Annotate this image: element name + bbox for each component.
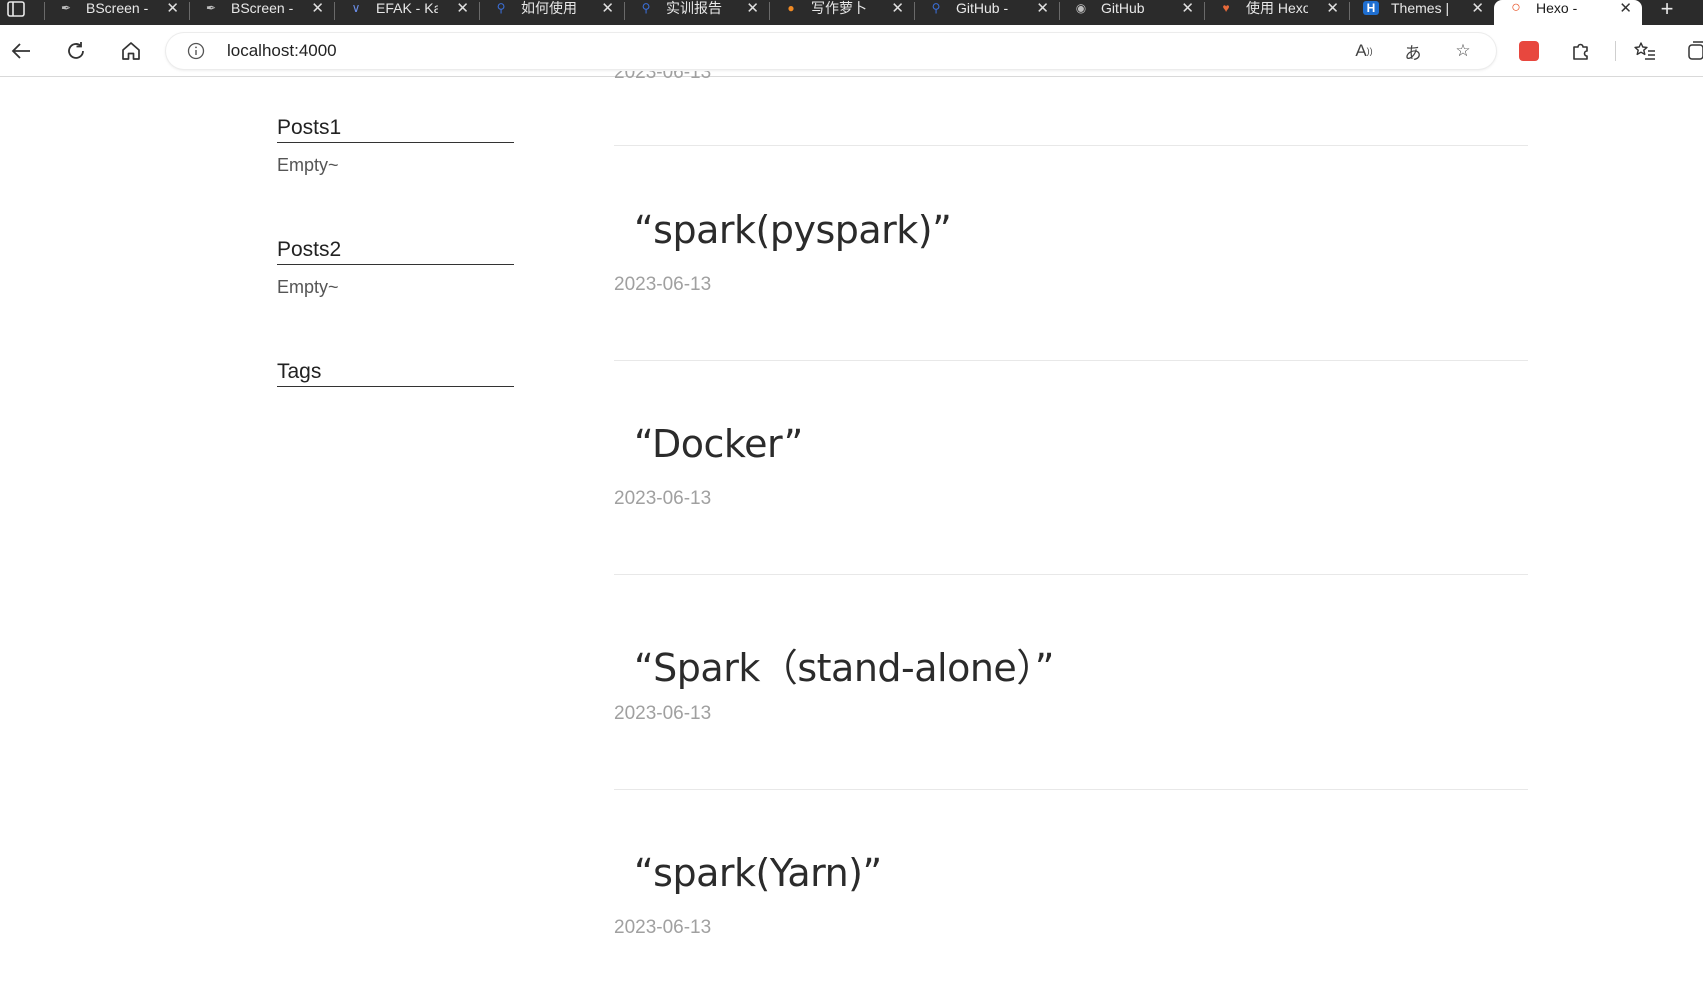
tab-title: BScreen - [86,0,148,16]
tab-title: 实训报告 [666,0,722,16]
feather-icon: ✒ [205,1,217,15]
tab-search-1[interactable]: ⚲ 如何使用 ✕ [479,0,624,25]
favorites-button[interactable] [1631,37,1659,65]
close-icon[interactable]: ✕ [311,1,324,16]
close-icon[interactable]: ✕ [746,1,759,16]
widget-tags: Tags [277,358,514,387]
address-bar[interactable]: localhost:4000 A)) あ ☆ [166,33,1496,69]
tab-strip: ✒ BScreen - ✕ ✒ BScreen - ✕ ∨ EFAK - Ka … [0,0,1703,25]
close-icon[interactable]: ✕ [1619,1,1632,16]
tab-bscreen-1[interactable]: ✒ BScreen - ✕ [44,0,189,25]
tab-themes[interactable]: H Themes | ✕ [1349,0,1494,25]
tab-title: Hexo - [1536,0,1578,16]
tab-title: 如何使用 [521,0,577,16]
widget-title-posts2: Posts2 [277,236,514,265]
post-title-spark-yarn[interactable]: “spark(Yarn)” [634,851,882,895]
hexo-ring-icon: ○ [1511,0,1521,16]
post-date: 2023-06-13 [614,488,712,509]
post-divider [614,360,1528,361]
heart-icon: ♥ [1222,1,1230,15]
translate-icon[interactable]: あ [1400,40,1426,63]
tab-github[interactable]: ◉ GitHub ✕ [1059,0,1204,25]
search-icon: ⚲ [641,1,651,15]
post-title-spark-pyspark[interactable]: “spark(pyspark)” [634,208,952,252]
collections-icon [1688,41,1703,60]
address-url[interactable]: localhost:4000 [227,41,337,61]
github-icon: ◉ [1075,1,1087,15]
site-info-icon[interactable] [187,42,205,60]
tab-github-search[interactable]: ⚲ GitHub - ✕ [914,0,1059,25]
new-tab-button[interactable]: + [1647,0,1687,25]
toolbar-divider [1615,41,1616,61]
tab-title: 使用 Hexo [1246,0,1308,16]
widget-posts1: Posts1 Empty~ [277,114,514,176]
tab-hexo-guide[interactable]: ♥ 使用 Hexo ✕ [1204,0,1349,25]
tab-title: Themes | [1391,0,1450,16]
collections-button[interactable] [1683,37,1703,65]
tab-title: GitHub - [956,0,1009,16]
widget-body-posts1: Empty~ [277,155,339,175]
back-arrow-icon [11,43,30,59]
home-button[interactable] [116,36,146,66]
hexo-h-icon: H [1363,1,1379,15]
close-icon[interactable]: ✕ [1326,1,1339,16]
tab-bscreen-2[interactable]: ✒ BScreen - ✕ [189,0,334,25]
post-date: 2023-06-13 [614,917,712,938]
close-icon[interactable]: ✕ [1181,1,1194,16]
widget-body-posts2: Empty~ [277,277,339,297]
tab-actions-icon[interactable] [6,1,26,17]
post-title-docker[interactable]: “Docker” [634,422,803,466]
post-title-spark-standalone[interactable]: “Spark（stand-alone）” [634,637,1055,692]
back-button[interactable] [6,36,36,66]
post-divider [614,145,1528,146]
post-date: 2023-06-13 [614,274,712,295]
search-icon: ⚲ [931,1,941,15]
widget-title-tags: Tags [277,358,514,387]
tab-title: EFAK - Ka [376,0,438,16]
close-icon[interactable]: ✕ [1471,1,1484,16]
home-icon [122,42,140,60]
favorite-star-icon[interactable]: ☆ [1450,40,1476,62]
tab-title: GitHub [1101,0,1145,16]
close-icon[interactable]: ✕ [456,1,469,16]
close-icon[interactable]: ✕ [891,1,904,16]
close-icon[interactable]: ✕ [166,1,179,16]
refresh-icon [68,42,84,59]
feather-icon: ✒ [60,1,72,15]
search-icon: ⚲ [496,1,506,15]
post-divider [614,789,1528,790]
tab-efak[interactable]: ∨ EFAK - Ka ✕ [334,0,479,25]
tab-xiezuo[interactable]: ● 写作萝卜 ✕ [769,0,914,25]
tab-search-2[interactable]: ⚲ 实训报告 ✕ [624,0,769,25]
close-icon[interactable]: ✕ [601,1,614,16]
tab-hexo-active[interactable]: ○ Hexo - ✕ [1494,0,1642,25]
extensions-button[interactable] [1567,37,1595,65]
close-icon[interactable]: ✕ [1036,1,1049,16]
efak-icon: ∨ [351,1,361,15]
favorites-list-icon [1634,42,1655,60]
read-aloud-icon[interactable]: A)) [1351,40,1377,62]
browser-toolbar: localhost:4000 A)) あ ☆ [0,25,1703,77]
puzzle-icon [1573,43,1588,60]
widget-posts2: Posts2 Empty~ [277,236,514,298]
post-date: 2023-06-13 [614,703,712,724]
widget-title-posts1: Posts1 [277,114,514,143]
extension-red-icon [1519,41,1539,61]
tab-title: 写作萝卜 [811,0,867,16]
tab-title: BScreen - [231,0,293,16]
refresh-button[interactable] [61,36,91,66]
post-divider [614,574,1528,575]
extension-red-button[interactable] [1515,37,1543,65]
carrot-icon: ● [787,1,795,15]
